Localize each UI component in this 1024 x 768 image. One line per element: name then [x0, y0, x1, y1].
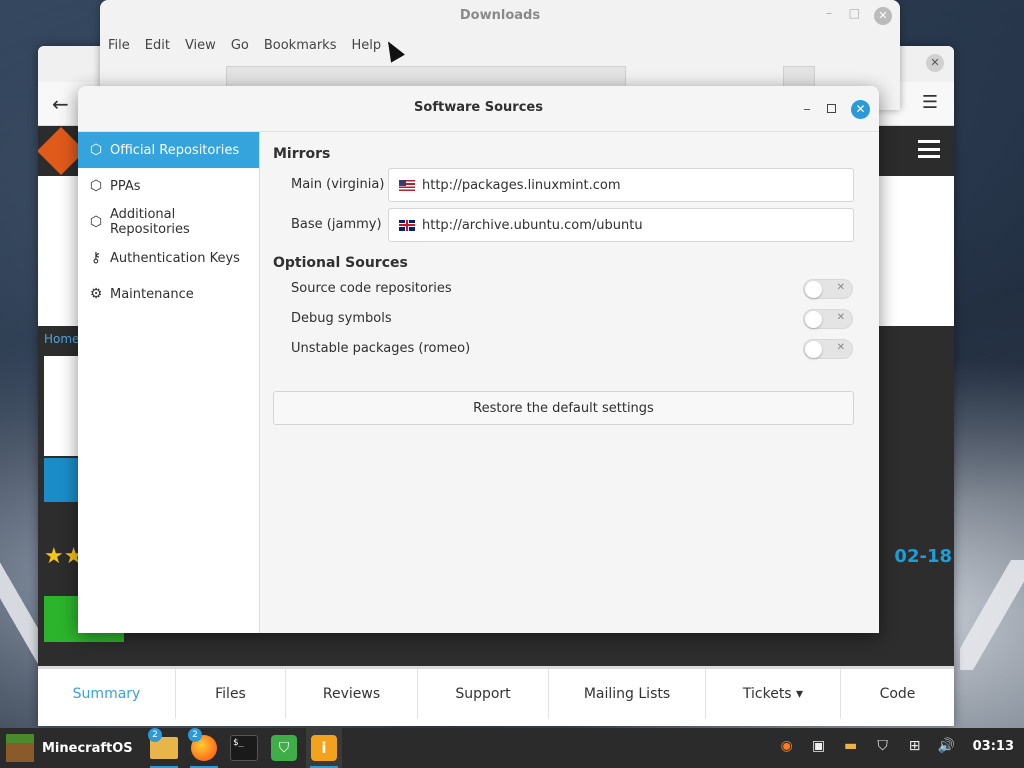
dialog-title: Software Sources: [414, 100, 543, 115]
package-icon: ⬡: [89, 178, 103, 194]
system-tray: ◉ ▣ ▬ ⛉ ⊞ 🔊 03:13: [777, 736, 1015, 756]
mirrors-heading: Mirrors: [273, 146, 331, 162]
mirror-url: http://packages.linuxmint.com: [422, 177, 621, 193]
option-unstable-packages: Unstable packages (romeo) ✕: [291, 334, 853, 364]
menu-help[interactable]: Help: [351, 38, 381, 53]
sidebar-item-label: Authentication Keys: [110, 250, 240, 266]
option-label: Unstable packages (romeo): [291, 341, 471, 356]
uk-flag-icon: [399, 219, 415, 231]
unstable-packages-toggle[interactable]: ✕: [803, 339, 853, 359]
site-menu-icon[interactable]: [918, 140, 940, 158]
key-icon: ⚷: [90, 250, 102, 266]
tab-summary[interactable]: Summary: [38, 669, 176, 719]
toggle-knob: [805, 341, 822, 358]
restore-defaults-button[interactable]: Restore the default settings: [273, 391, 854, 425]
update-manager-icon[interactable]: ◉: [777, 736, 797, 756]
minecraft-logo-icon: [6, 734, 34, 762]
tab-files[interactable]: Files: [176, 669, 286, 719]
mirror-row-main: Main (virginia) http://packages.linuxmin…: [273, 168, 854, 202]
start-menu-label: MinecraftOS: [42, 740, 133, 756]
volume-icon[interactable]: 🔊: [937, 736, 957, 756]
taskbar-app-info[interactable]: i: [306, 728, 342, 768]
package-icon: ⬡: [89, 142, 103, 158]
package-icon: ⬡: [89, 214, 103, 230]
menu-view[interactable]: View: [185, 38, 216, 53]
start-menu-button[interactable]: MinecraftOS: [6, 734, 133, 762]
option-debug-symbols: Debug symbols ✕: [291, 304, 853, 334]
close-icon[interactable]: ✕: [874, 7, 892, 25]
base-mirror-button[interactable]: http://archive.ubuntu.com/ubuntu: [388, 208, 854, 242]
network-icon[interactable]: ⊞: [905, 736, 925, 756]
option-label: Debug symbols: [291, 311, 392, 326]
taskbar-app-shield[interactable]: ⛉: [266, 728, 302, 768]
maximize-icon[interactable]: [827, 104, 836, 113]
sidebar-item-label: Additional Repositories: [109, 207, 190, 237]
breadcrumb[interactable]: Home: [44, 332, 79, 346]
source-code-toggle[interactable]: ✕: [803, 279, 853, 299]
taskbar-app-firefox[interactable]: 2: [186, 728, 222, 768]
gear-icon: ⚙: [89, 286, 103, 302]
toggle-knob: [805, 281, 822, 298]
sidebar-item-ppas[interactable]: ⬡ PPAs: [78, 168, 259, 204]
main-mirror-button[interactable]: http://packages.linuxmint.com: [388, 168, 854, 202]
sidebar-item-label: Maintenance: [110, 286, 194, 302]
dialog-titlebar: Software Sources _ ✕: [78, 86, 879, 132]
software-sources-dialog: Software Sources _ ✕ ⬡ Official Reposito…: [78, 86, 879, 633]
toggle-off-icon: ✕: [836, 342, 845, 353]
option-label: Source code repositories: [291, 281, 452, 296]
menu-bookmarks[interactable]: Bookmarks: [264, 38, 337, 53]
file-manager-menubar: File Edit View Go Bookmarks Help: [108, 38, 381, 53]
back-arrow-icon[interactable]: ←: [52, 92, 69, 116]
minimize-icon[interactable]: _: [800, 97, 814, 112]
folder-tray-icon[interactable]: ▬: [841, 736, 861, 756]
sidebar-item-maintenance[interactable]: ⚙ Maintenance: [78, 276, 259, 312]
tab-tickets[interactable]: Tickets ▾: [706, 669, 841, 719]
toggle-off-icon: ✕: [836, 282, 845, 293]
mirror-label: Main (virginia): [291, 177, 385, 192]
optional-sources-heading: Optional Sources: [273, 255, 408, 271]
sidebar-item-official-repositories[interactable]: ⬡ Official Repositories: [78, 132, 259, 168]
option-source-code: Source code repositories ✕: [291, 274, 853, 304]
sidebar-item-additional-repositories[interactable]: ⬡ Additional Repositories: [78, 204, 259, 240]
window-count-badge: 2: [188, 728, 202, 742]
mirror-row-base: Base (jammy) http://archive.ubuntu.com/u…: [273, 208, 854, 242]
dialog-sidebar: ⬡ Official Repositories ⬡ PPAs ⬡ Additio…: [78, 132, 260, 633]
file-manager-title: Downloads: [459, 8, 541, 23]
last-update-date: 02-18: [894, 546, 952, 567]
tab-reviews[interactable]: Reviews: [286, 669, 418, 719]
shield-tray-icon[interactable]: ⛉: [873, 736, 893, 756]
taskbar-app-terminal[interactable]: $_: [226, 728, 262, 768]
info-icon: i: [311, 735, 337, 761]
sidebar-item-authentication-keys[interactable]: ⚷ Authentication Keys: [78, 240, 259, 276]
menu-file[interactable]: File: [108, 38, 130, 53]
sidebar-item-label: PPAs: [110, 178, 141, 194]
debug-symbols-toggle[interactable]: ✕: [803, 309, 853, 329]
wallpaper-shape: [960, 560, 1024, 670]
window-count-badge: 2: [148, 728, 162, 742]
sidebar-item-label: Official Repositories: [110, 142, 240, 158]
project-tabs: Summary Files Reviews Support Mailing Li…: [38, 666, 954, 726]
close-icon[interactable]: ✕: [851, 100, 870, 119]
taskbar-app-files[interactable]: 2: [146, 728, 182, 768]
mirror-label: Base (jammy): [291, 217, 382, 232]
hamburger-menu-icon[interactable]: ☰: [922, 92, 938, 113]
menu-edit[interactable]: Edit: [145, 38, 170, 53]
tab-mailing-lists[interactable]: Mailing Lists: [549, 669, 706, 719]
toggle-knob: [805, 311, 822, 328]
browser-close-icon[interactable]: ✕: [926, 54, 944, 72]
tab-code[interactable]: Code: [841, 669, 954, 719]
maximize-icon[interactable]: □: [849, 6, 860, 20]
shield-icon: ⛉: [271, 735, 297, 761]
terminal-icon: $_: [230, 735, 258, 761]
us-flag-icon: [399, 179, 415, 191]
clock[interactable]: 03:13: [973, 739, 1014, 754]
menu-go[interactable]: Go: [231, 38, 249, 53]
terminal-tray-icon[interactable]: ▣: [809, 736, 829, 756]
minimize-icon[interactable]: –: [826, 6, 832, 20]
toggle-off-icon: ✕: [836, 312, 845, 323]
taskbar: MinecraftOS 2 2 $_ ⛉ i ◉ ▣ ▬ ⛉ ⊞ 🔊 03:13: [0, 728, 1024, 768]
tab-support[interactable]: Support: [418, 669, 549, 719]
mirror-url: http://archive.ubuntu.com/ubuntu: [422, 217, 643, 233]
wallpaper-shape: [0, 560, 40, 670]
